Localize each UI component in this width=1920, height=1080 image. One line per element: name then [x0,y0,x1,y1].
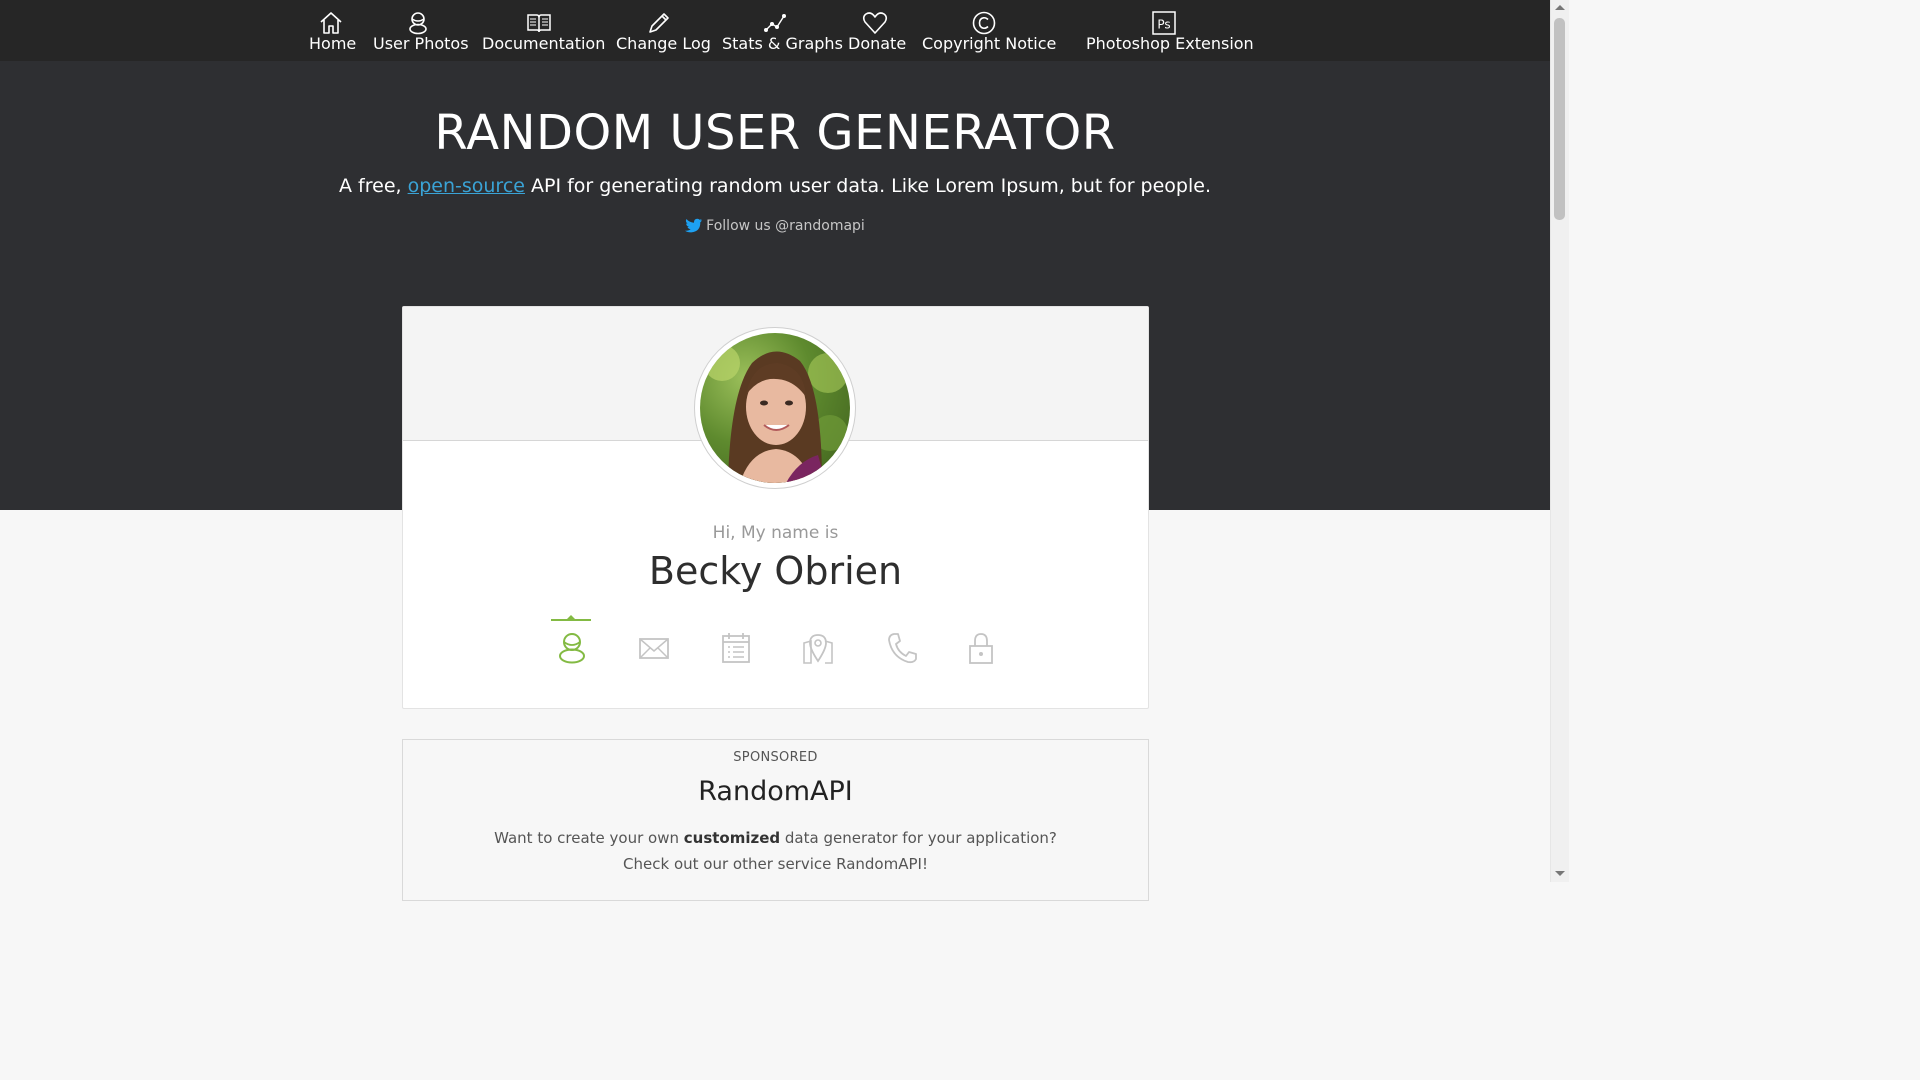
sponsor-line1-post: data generator for your application? [780,829,1057,847]
user-info-tabs [403,615,1148,679]
pencil-icon [649,13,669,33]
user-card: Hi, My name is Becky Obrien [402,306,1149,709]
lock-icon [969,633,993,664]
calendar-icon [722,633,750,663]
hero-subtitle: A free, open-source API for generating r… [0,175,1550,197]
greeting-label: Hi, My name is [712,523,839,543]
phone-icon [888,633,917,664]
tab-name[interactable] [550,615,594,669]
nav-photoshop-extension-label: Photoshop Extension [1086,34,1254,53]
nav-donate[interactable]: Donate [848,6,907,56]
avatar-photo [700,333,850,483]
subtitle-suffix: API for generating random user data. Lik… [524,175,1211,197]
nav-copyright-notice[interactable]: Copyright Notice [922,6,1057,56]
nav-home-label: Home [309,34,357,53]
tab-password[interactable] [959,619,1003,669]
subtitle-prefix: A free, [339,175,408,197]
envelope-icon [639,638,669,659]
photoshop-icon: Ps [1152,11,1176,35]
heart-icon [862,12,888,34]
scroll-up-arrow[interactable] [1555,5,1565,10]
nav-documentation-label: Documentation [482,34,606,53]
user-icon [408,12,427,35]
nav-change-log[interactable]: Change Log [616,6,711,56]
book-icon [527,14,551,33]
nav-photoshop-extension[interactable]: Ps Photoshop Extension [1086,6,1254,56]
nav-user-photos[interactable]: User Photos [373,6,469,56]
nav-change-log-label: Change Log [616,34,711,53]
top-navigation: Home User Photos Documentation Change Lo… [0,0,1550,61]
page-title: RANDOM USER GENERATOR [434,105,1116,161]
sponsored-panel: SPONSORED RandomAPI Want to create your … [402,739,1149,901]
sponsored-label: SPONSORED [733,750,818,765]
open-source-link[interactable]: open-source [408,175,525,197]
map-icon [803,634,833,664]
sponsor-line1-bold: customized [683,829,781,847]
user-name-value: Becky Obrien [648,549,903,593]
nav-documentation[interactable]: Documentation [482,6,606,56]
scroll-down-arrow[interactable] [1555,871,1565,876]
nav-copyright-notice-label: Copyright Notice [922,34,1057,53]
user-icon [559,633,585,664]
twitter-icon [685,218,703,233]
tab-address[interactable] [796,619,840,669]
svg-text:Ps: Ps [1157,18,1170,32]
graph-icon [764,14,786,32]
twitter-follow-link[interactable]: Follow us @randomapi [0,218,1550,234]
scroll-thumb[interactable] [1554,18,1565,220]
copyright-icon [972,11,996,35]
sponsor-title: RandomAPI [698,776,853,807]
sponsor-description: Want to create your own customized data … [403,825,1148,877]
home-icon [320,12,342,34]
tab-phone[interactable] [880,619,924,669]
follow-label: Follow us @randomapi [706,218,865,234]
avatar [694,327,856,489]
sponsor-line2: Check out our other service RandomAPI! [623,855,928,873]
nav-stats-graphs[interactable]: Stats & Graphs [722,6,843,56]
tab-email[interactable] [632,619,676,669]
nav-user-photos-label: User Photos [373,34,469,53]
sponsor-line1-pre: Want to create your own [494,829,684,847]
nav-home[interactable]: Home [309,6,357,56]
vertical-scrollbar[interactable] [1550,0,1569,882]
nav-stats-graphs-label: Stats & Graphs [722,34,843,53]
nav-donate-label: Donate [848,34,907,53]
tab-birthday[interactable] [714,619,758,669]
